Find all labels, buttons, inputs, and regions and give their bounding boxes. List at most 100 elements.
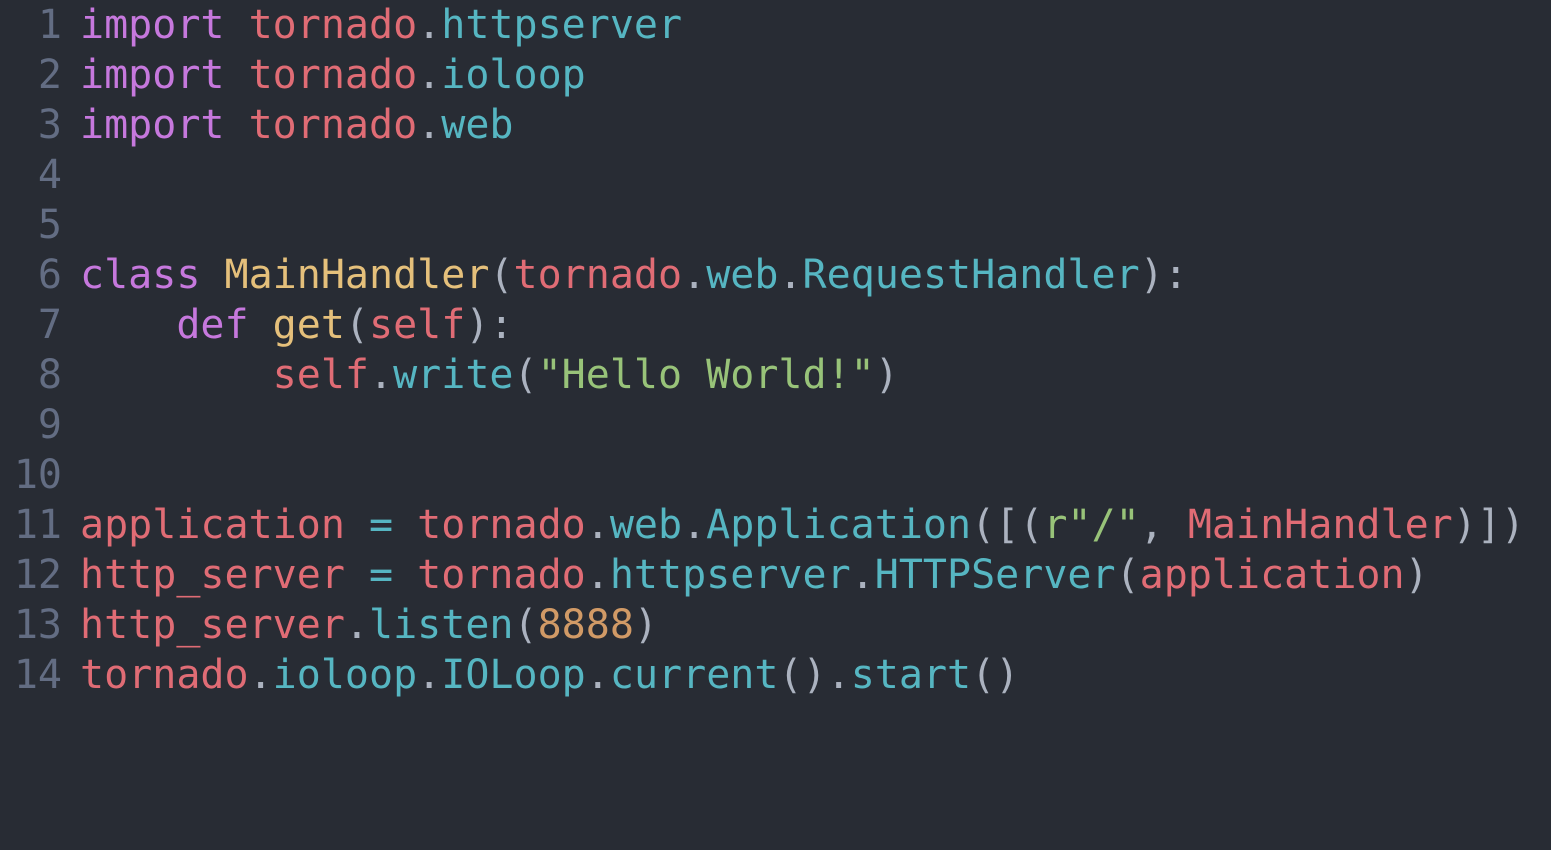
punctuation: .: [682, 502, 707, 548]
line-number: 2: [37, 52, 62, 98]
attribute: httpserver: [441, 2, 683, 48]
punctuation: .: [585, 652, 610, 698]
punctuation: .: [417, 652, 442, 698]
self-param: self: [369, 302, 466, 348]
method-name: current: [609, 652, 779, 698]
punctuation: .: [417, 52, 442, 98]
line-number: 9: [37, 402, 62, 448]
keyword: import: [80, 52, 225, 98]
punctuation: ):: [465, 302, 514, 348]
punctuation: .: [417, 102, 442, 148]
code-editor[interactable]: 1 import tornado.httpserver 2 import tor…: [0, 0, 1551, 698]
module-name: tornado: [417, 502, 586, 548]
punctuation: ): [1404, 552, 1429, 598]
code-text[interactable]: import tornado.ioloop: [80, 50, 586, 100]
module-name: tornado: [248, 102, 418, 148]
attribute: RequestHandler: [802, 252, 1140, 298]
variable: http_server: [80, 602, 345, 648]
punctuation: .: [344, 602, 369, 648]
module-name: tornado: [80, 652, 249, 698]
punctuation: )]): [1452, 502, 1525, 548]
keyword: import: [80, 102, 225, 148]
punctuation: .: [682, 252, 707, 298]
code-line-5: 5: [0, 200, 1551, 250]
line-number: 6: [37, 252, 62, 298]
code-line-1: 1 import tornado.httpserver: [0, 0, 1551, 50]
variable-ref: application: [1139, 552, 1405, 598]
punctuation: ): [874, 352, 899, 398]
code-text[interactable]: def get(self):: [80, 300, 514, 350]
code-line-6: 6 class MainHandler(tornado.web.RequestH…: [0, 250, 1551, 300]
punctuation: .: [585, 502, 610, 548]
punctuation: (: [513, 602, 538, 648]
punctuation: (): [778, 652, 827, 698]
line-number: 4: [37, 152, 62, 198]
code-line-4: 4: [0, 150, 1551, 200]
code-text[interactable]: http_server = tornado.httpserver.HTTPSer…: [80, 550, 1429, 600]
punctuation: .: [368, 352, 394, 398]
attribute: web: [441, 102, 514, 148]
module-name: tornado: [513, 252, 683, 298]
punctuation: .: [585, 552, 610, 598]
self-ref: self: [272, 352, 369, 398]
code-text[interactable]: http_server.listen(8888): [80, 600, 658, 650]
attribute: Application: [706, 502, 972, 548]
module-name: tornado: [248, 52, 418, 98]
punctuation: .: [417, 2, 442, 48]
keyword: import: [80, 2, 225, 48]
keyword: class: [80, 252, 201, 298]
attribute: web: [609, 502, 683, 548]
punctuation: ): [633, 602, 659, 648]
number-literal: 8888: [537, 602, 634, 648]
code-line-14: 14 tornado.ioloop.IOLoop.current().start…: [0, 650, 1551, 700]
string-literal: r"/": [1043, 502, 1140, 548]
code-text[interactable]: import tornado.web: [80, 100, 514, 150]
code-text[interactable]: tornado.ioloop.IOLoop.current().start(): [80, 650, 1019, 700]
string-literal: "Hello World!": [537, 352, 875, 398]
module-name: tornado: [248, 2, 418, 48]
punctuation: (: [344, 302, 370, 348]
method-name: listen: [369, 602, 514, 648]
code-text[interactable]: self.write("Hello World!"): [80, 350, 899, 400]
attribute: ioloop: [441, 52, 586, 98]
attribute: HTTPServer: [874, 552, 1116, 598]
attribute: ioloop: [272, 652, 418, 698]
keyword: def: [176, 302, 249, 348]
punctuation: (: [1115, 552, 1140, 598]
code-line-2: 2 import tornado.ioloop: [0, 50, 1551, 100]
code-text[interactable]: class MainHandler(tornado.web.RequestHan…: [80, 250, 1188, 300]
line-number: 3: [37, 102, 62, 148]
line-number: 10: [13, 452, 62, 498]
module-name: tornado: [417, 552, 586, 598]
punctuation: .: [248, 652, 273, 698]
code-line-9: 9: [0, 400, 1551, 450]
line-number: 5: [37, 202, 62, 248]
punctuation: .: [778, 252, 803, 298]
attribute: IOLoop: [441, 652, 586, 698]
code-line-3: 3 import tornado.web: [0, 100, 1551, 150]
operator: =: [344, 552, 418, 598]
code-line-12: 12 http_server = tornado.httpserver.HTTP…: [0, 550, 1551, 600]
punctuation: ([(: [971, 502, 1044, 548]
punctuation: (: [489, 252, 514, 298]
attribute: web: [706, 252, 779, 298]
line-number: 12: [13, 552, 62, 598]
punctuation: ,: [1139, 502, 1188, 548]
operator: =: [344, 502, 418, 548]
punctuation: (): [971, 652, 1020, 698]
attribute: httpserver: [609, 552, 851, 598]
line-number: 13: [13, 602, 62, 648]
punctuation: .: [850, 552, 875, 598]
line-number: 14: [13, 652, 62, 698]
variable: http_server: [80, 552, 345, 598]
code-text[interactable]: import tornado.httpserver: [80, 0, 682, 50]
code-text[interactable]: application = tornado.web.Application([(…: [80, 500, 1525, 550]
line-number: 8: [37, 352, 62, 398]
method-name: write: [393, 352, 514, 398]
line-number: 11: [13, 502, 62, 548]
code-line-10: 10: [0, 450, 1551, 500]
code-line-8: 8 self.write("Hello World!"): [0, 350, 1551, 400]
function-name: get: [272, 302, 345, 348]
